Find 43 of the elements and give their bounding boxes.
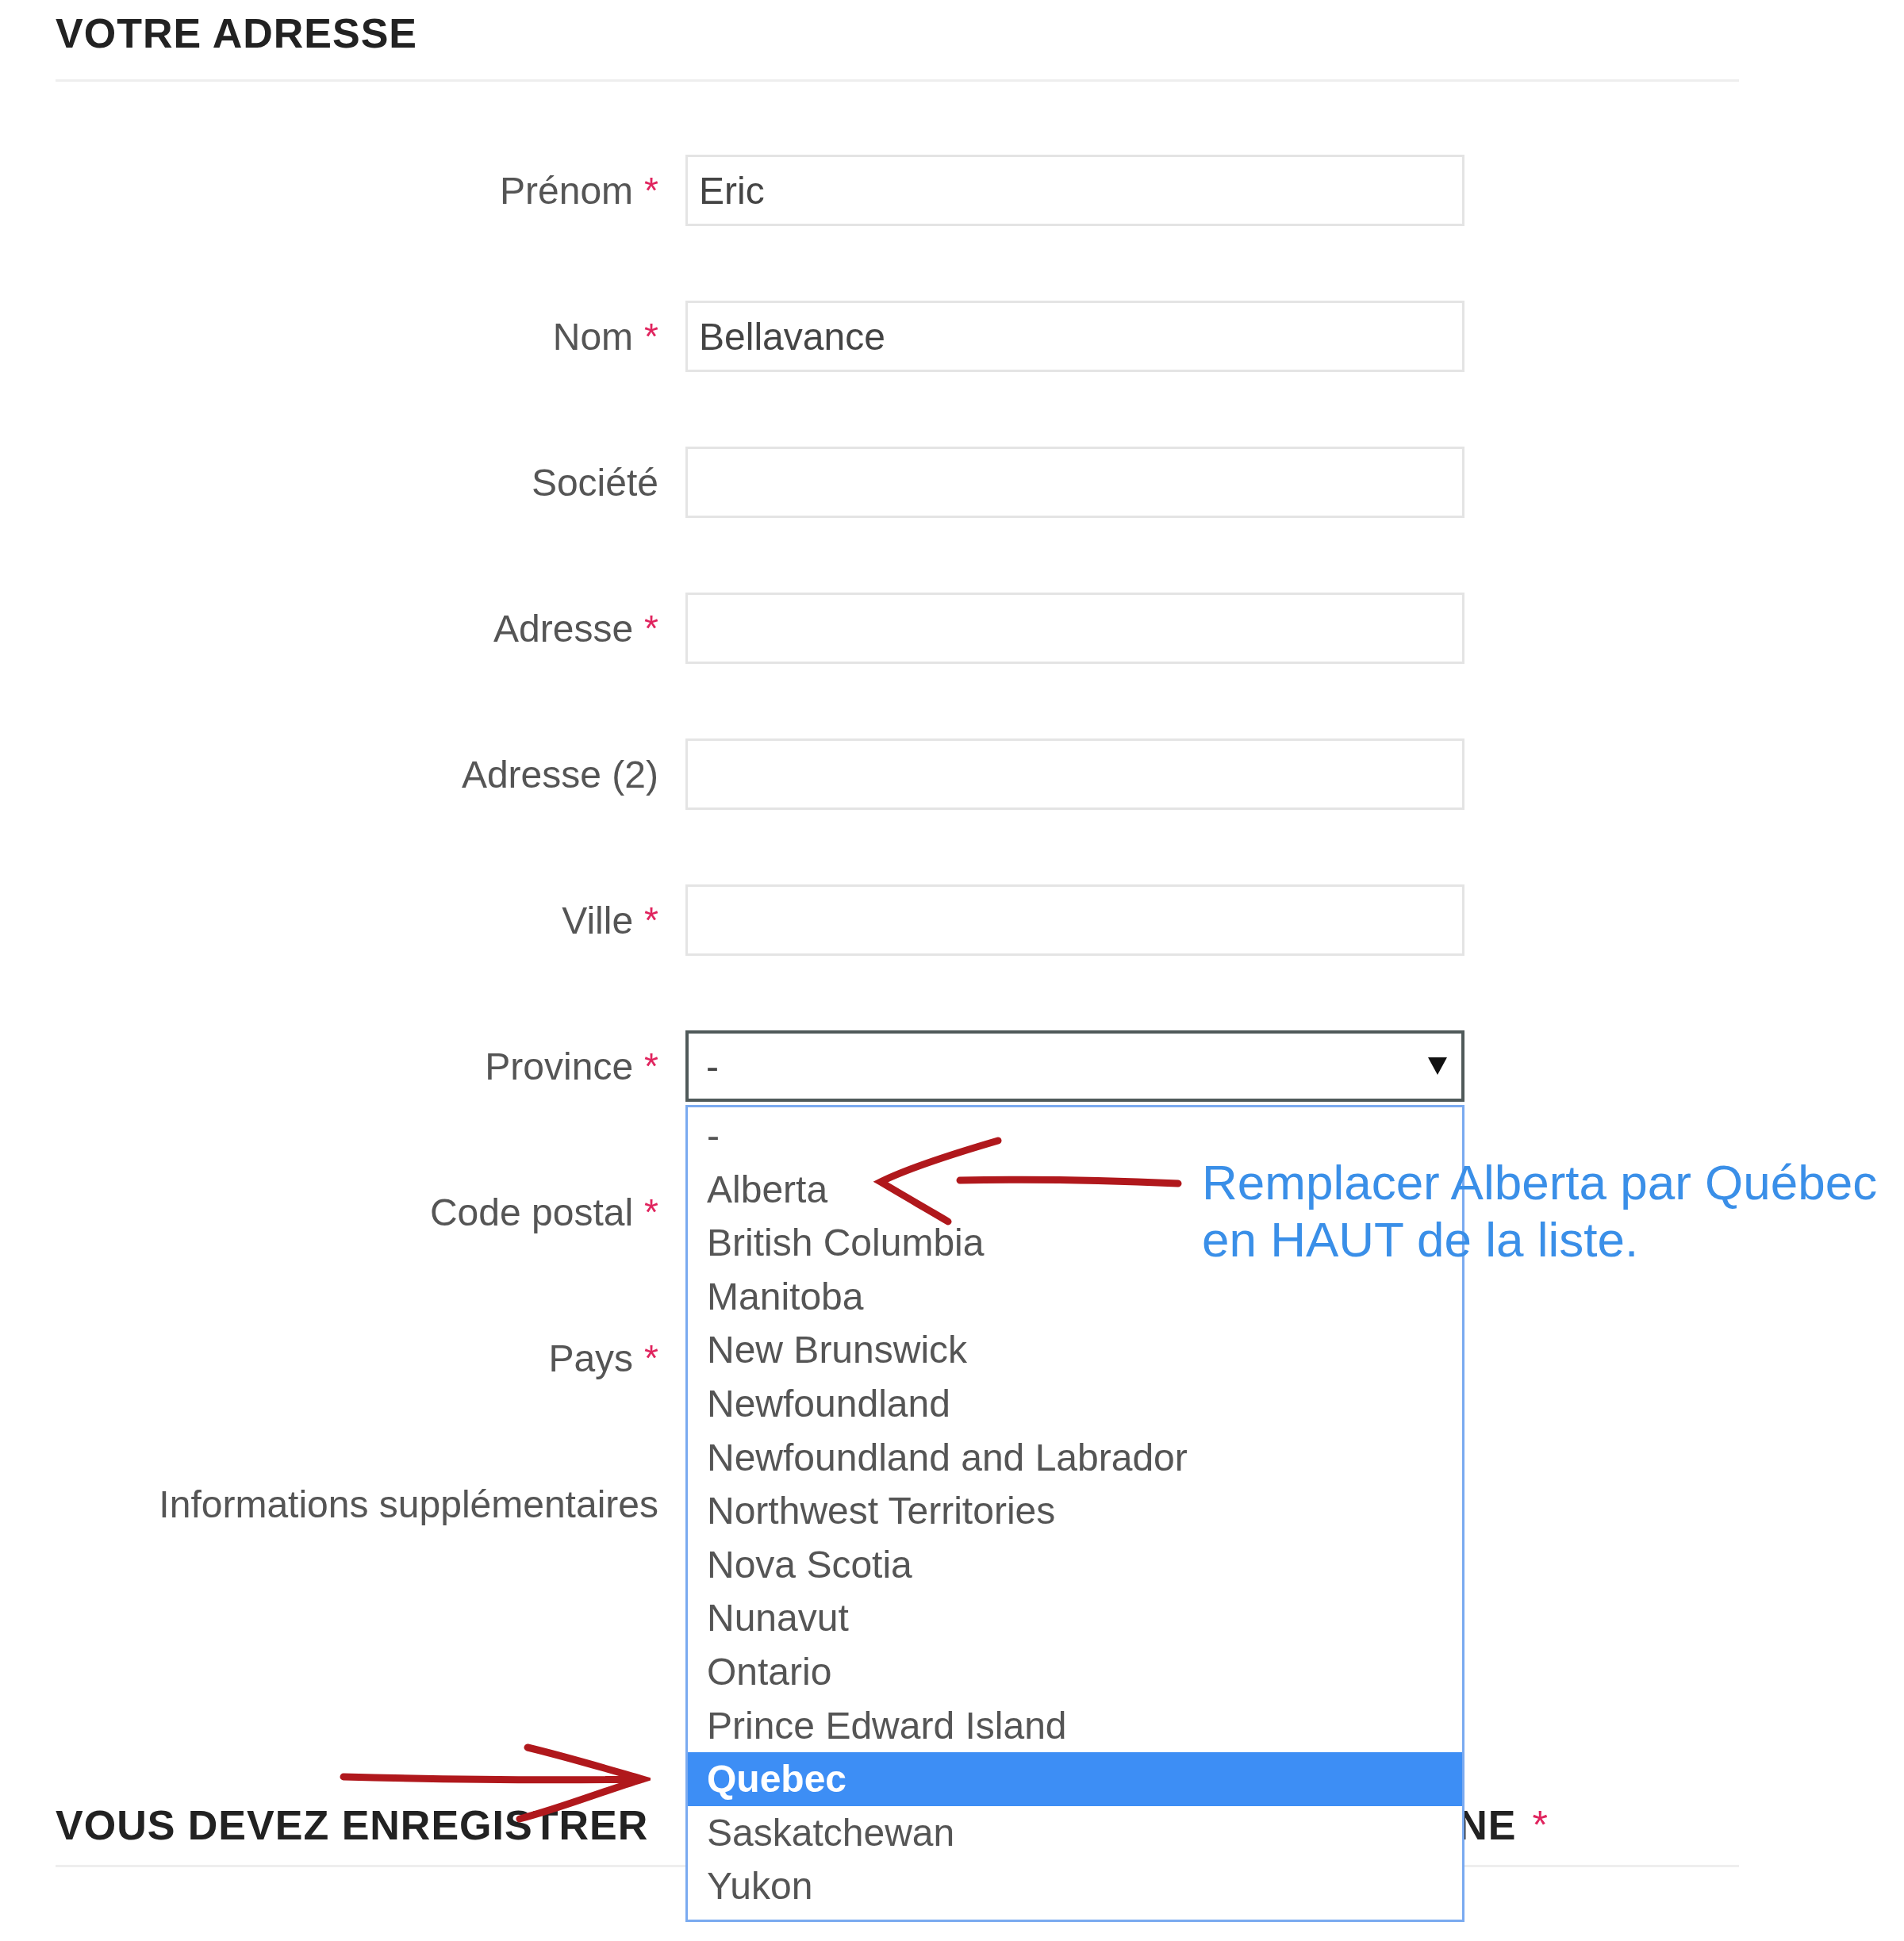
field-label: Adresse bbox=[493, 606, 634, 650]
field-label: Ville bbox=[562, 898, 634, 942]
text-field[interactable] bbox=[685, 884, 1464, 956]
field-label: Société bbox=[531, 460, 658, 504]
field-label: Pays bbox=[548, 1336, 634, 1380]
dropdown-option[interactable]: British Columbia bbox=[688, 1216, 994, 1270]
dropdown-option[interactable]: Alberta bbox=[688, 1162, 838, 1217]
dropdown-option[interactable]: New Brunswick bbox=[688, 1323, 977, 1377]
required-asterisk: * bbox=[644, 1191, 658, 1233]
dropdown-option[interactable]: Yukon bbox=[688, 1859, 823, 1913]
dropdown-option[interactable]: Nunavut bbox=[688, 1591, 858, 1645]
field-label: Prénom bbox=[500, 168, 634, 213]
dropdown-option[interactable]: Ontario bbox=[688, 1644, 842, 1699]
field-label: Nom bbox=[552, 314, 634, 359]
dropdown-option[interactable]: Manitoba bbox=[688, 1269, 873, 1324]
required-asterisk: * bbox=[644, 1337, 658, 1379]
text-field[interactable] bbox=[685, 447, 1464, 518]
dropdown-option[interactable]: Saskatchewan bbox=[688, 1805, 965, 1860]
dropdown-option[interactable]: Newfoundland bbox=[688, 1376, 960, 1431]
required-asterisk: * bbox=[644, 169, 658, 212]
required-asterisk: * bbox=[644, 899, 658, 942]
required-asterisk: * bbox=[1532, 1802, 1548, 1848]
required-asterisk: * bbox=[644, 1045, 658, 1087]
text-field[interactable]: Bellavance bbox=[685, 301, 1464, 372]
select-value: - bbox=[706, 1044, 719, 1088]
required-asterisk: * bbox=[644, 315, 658, 358]
section-heading: VOUS DEVEZ ENREGISTRER bbox=[56, 1801, 649, 1849]
dropdown-option[interactable]: Nova Scotia bbox=[688, 1537, 922, 1592]
text-field[interactable] bbox=[685, 738, 1464, 810]
section-heading: VOTRE ADRESSE bbox=[56, 10, 418, 57]
required-asterisk: * bbox=[644, 607, 658, 650]
field-label: Province bbox=[485, 1044, 634, 1088]
text-field[interactable] bbox=[685, 593, 1464, 664]
dropdown-option[interactable]: - bbox=[688, 1109, 729, 1163]
caret-icon bbox=[1428, 1057, 1447, 1075]
dropdown-option[interactable]: Newfoundland and Labrador bbox=[688, 1430, 1197, 1485]
field-label: Informations supplémentaires bbox=[159, 1482, 658, 1526]
dropdown-option[interactable]: Northwest Territories bbox=[688, 1484, 1065, 1538]
province-select[interactable]: - bbox=[685, 1030, 1464, 1102]
field-label: Adresse (2) bbox=[461, 752, 658, 796]
dropdown-option[interactable]: Prince Edward Island bbox=[688, 1698, 1077, 1753]
field-label: Code postal bbox=[429, 1190, 634, 1234]
text-field[interactable]: Eric bbox=[685, 155, 1464, 226]
